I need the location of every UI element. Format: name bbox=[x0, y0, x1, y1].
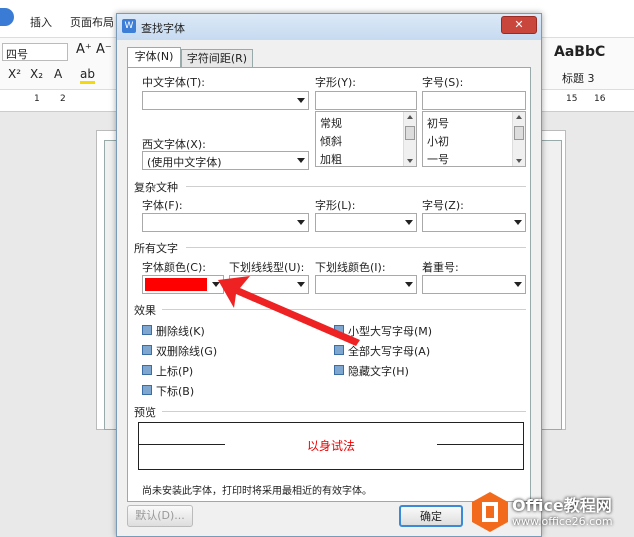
complex-section-title: 复杂文种 bbox=[134, 181, 178, 194]
all-text-section-title: 所有文字 bbox=[134, 242, 178, 255]
scroll-thumb[interactable] bbox=[514, 126, 524, 140]
subscript-checkbox[interactable] bbox=[142, 385, 152, 395]
shrink-font-icon[interactable]: A⁻ bbox=[96, 42, 112, 57]
scroll-up-icon[interactable] bbox=[516, 115, 522, 119]
ruler-mark: 15 bbox=[566, 94, 578, 104]
complex-size-label: 字号(Z): bbox=[422, 199, 464, 212]
text-effect-icon[interactable]: A bbox=[54, 67, 62, 81]
font-warning-note: 尚未安装此字体，打印时将采用最相近的有效字体。 bbox=[142, 486, 372, 497]
chevron-down-icon bbox=[405, 282, 413, 287]
watermark-logo: Office教程网 www.office26.com bbox=[470, 488, 634, 537]
scroll-down-icon[interactable] bbox=[407, 159, 413, 163]
size-input[interactable] bbox=[422, 91, 526, 110]
double-strikethrough-checkbox[interactable] bbox=[142, 345, 152, 355]
superscript-icon[interactable]: X² bbox=[8, 67, 21, 81]
complex-font-label: 字体(F): bbox=[142, 199, 183, 212]
effect-label: 删除线(K) bbox=[156, 325, 205, 338]
complex-style-select[interactable] bbox=[315, 213, 417, 232]
scrollbar[interactable] bbox=[403, 112, 416, 166]
app-logo bbox=[0, 8, 14, 26]
list-item[interactable]: 初号 bbox=[427, 115, 449, 131]
hidden-text-checkbox[interactable] bbox=[334, 365, 344, 375]
close-button[interactable]: ✕ bbox=[501, 16, 537, 34]
list-item[interactable]: 倾斜 bbox=[320, 133, 342, 149]
grow-font-icon[interactable]: A⁺ bbox=[76, 42, 92, 57]
effect-label: 上标(P) bbox=[156, 365, 194, 378]
watermark-brand: Office教程网 bbox=[512, 496, 612, 515]
preview-box: 以身试法 bbox=[138, 422, 524, 470]
divider bbox=[162, 411, 526, 412]
list-item[interactable]: 常规 bbox=[320, 115, 342, 131]
office-logo-icon bbox=[472, 492, 508, 532]
effect-label: 隐藏文字(H) bbox=[348, 365, 409, 378]
emphasis-select[interactable] bbox=[422, 275, 526, 294]
tab-page-layout[interactable]: 页面布局 bbox=[70, 14, 114, 30]
chevron-down-icon bbox=[514, 220, 522, 225]
preview-text: 以身试法 bbox=[307, 439, 356, 453]
preview-baseline bbox=[437, 444, 523, 445]
font-color-label: 字体颜色(C): bbox=[142, 261, 206, 274]
font-size-select[interactable]: 四号 bbox=[2, 43, 68, 61]
effect-label: 下标(B) bbox=[156, 385, 195, 398]
scroll-down-icon[interactable] bbox=[516, 159, 522, 163]
tab-insert[interactable]: 插入 bbox=[30, 14, 52, 30]
size-label: 字号(S): bbox=[422, 76, 464, 89]
complex-size-select[interactable] bbox=[422, 213, 526, 232]
complex-style-label: 字形(L): bbox=[315, 199, 356, 212]
size-list[interactable]: 初号 小初 一号 bbox=[422, 111, 526, 167]
scrollbar[interactable] bbox=[512, 112, 525, 166]
style-preview[interactable]: AaBbC bbox=[554, 44, 605, 60]
scroll-up-icon[interactable] bbox=[407, 115, 413, 119]
list-item[interactable]: 小初 bbox=[427, 133, 449, 149]
ruler-mark: 2 bbox=[60, 94, 66, 104]
cn-font-label: 中文字体(T): bbox=[142, 76, 206, 89]
chevron-down-icon bbox=[297, 220, 305, 225]
subscript-icon[interactable]: X₂ bbox=[30, 67, 43, 81]
list-item[interactable]: 加粗 bbox=[320, 151, 342, 167]
chevron-down-icon bbox=[297, 158, 305, 163]
emphasis-label: 着重号: bbox=[422, 261, 459, 274]
font-color-swatch bbox=[145, 278, 207, 291]
west-font-select[interactable]: (使用中文字体) bbox=[142, 151, 309, 170]
scroll-thumb[interactable] bbox=[405, 126, 415, 140]
preview-section-title: 预览 bbox=[134, 406, 156, 419]
chevron-down-icon bbox=[514, 282, 522, 287]
font-size-value: 四号 bbox=[6, 48, 28, 61]
wps-icon: W bbox=[122, 19, 136, 33]
tab-char-spacing[interactable]: 字符间距(R) bbox=[181, 49, 253, 69]
effects-section-title: 效果 bbox=[134, 304, 156, 317]
west-font-label: 西文字体(X): bbox=[142, 138, 206, 151]
list-item[interactable]: 一号 bbox=[427, 151, 449, 167]
preview-baseline bbox=[139, 444, 225, 445]
divider bbox=[186, 247, 526, 248]
style-label: 字形(Y): bbox=[315, 76, 357, 89]
dialog-titlebar: W 查找字体 ✕ bbox=[117, 14, 541, 40]
strikethrough-checkbox[interactable] bbox=[142, 325, 152, 335]
style-input[interactable] bbox=[315, 91, 417, 110]
ok-button[interactable]: 确定 bbox=[399, 505, 463, 527]
style-label: 标题 3 bbox=[562, 72, 595, 85]
superscript-checkbox[interactable] bbox=[142, 365, 152, 375]
ruler-mark: 16 bbox=[594, 94, 606, 104]
style-list[interactable]: 常规 倾斜 加粗 bbox=[315, 111, 417, 167]
highlight-icon[interactable]: ab bbox=[80, 67, 95, 84]
ruler-mark: 1 bbox=[34, 94, 40, 104]
watermark-url: www.office26.com bbox=[512, 515, 613, 528]
annotation-arrow bbox=[218, 276, 360, 346]
chevron-down-icon bbox=[405, 220, 413, 225]
effect-label: 双删除线(G) bbox=[156, 345, 218, 358]
west-font-value: (使用中文字体) bbox=[147, 156, 222, 169]
divider bbox=[186, 186, 526, 187]
dialog-title: 查找字体 bbox=[141, 22, 185, 35]
default-button[interactable]: 默认(D)... bbox=[127, 505, 193, 527]
tab-font[interactable]: 字体(N) bbox=[127, 47, 181, 69]
complex-font-select[interactable] bbox=[142, 213, 309, 232]
cn-font-select[interactable] bbox=[142, 91, 309, 110]
chevron-down-icon bbox=[297, 98, 305, 103]
